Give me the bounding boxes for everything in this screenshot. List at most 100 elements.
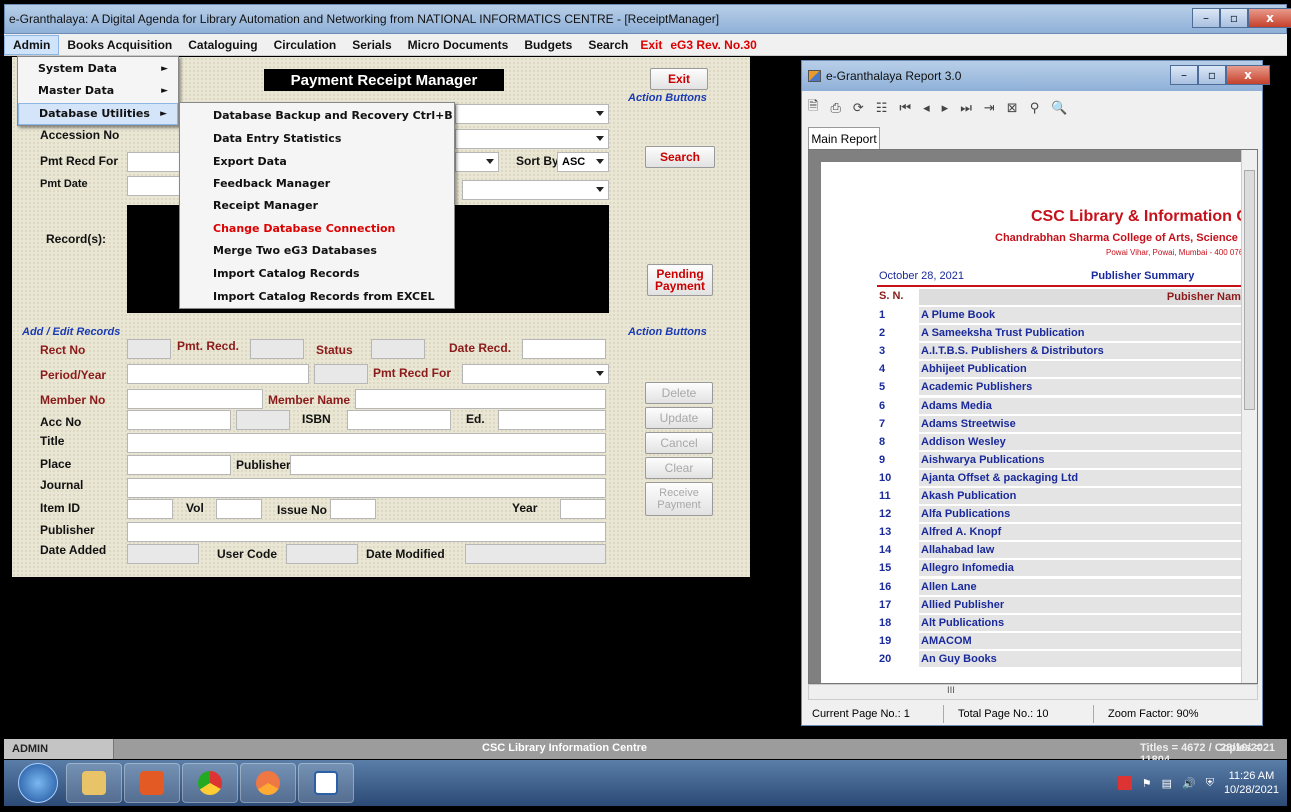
status-field[interactable] <box>371 339 425 359</box>
menu-item-system-data[interactable]: System Data ► <box>18 58 178 80</box>
file-explorer-icon[interactable] <box>66 763 122 803</box>
pmt-date-field[interactable] <box>127 176 181 196</box>
nic-app-icon[interactable] <box>298 763 354 803</box>
last-page-icon[interactable]: ⏭ <box>960 101 972 116</box>
report-close-button[interactable]: x <box>1226 65 1270 85</box>
acc-no-extra-field[interactable] <box>236 410 290 430</box>
app-tray-icon[interactable] <box>1117 776 1132 790</box>
stop-icon[interactable]: ⊠ <box>1007 101 1018 116</box>
report-vertical-scrollbar[interactable] <box>1241 150 1257 683</box>
rect-no-field[interactable] <box>127 339 171 359</box>
menu-books-acquisition[interactable]: Books Acquisition <box>59 35 180 55</box>
menu-item-receipt-manager[interactable]: Receipt Manager <box>180 195 454 217</box>
chrome-icon[interactable] <box>182 763 238 803</box>
menu-cataloguing[interactable]: Cataloguing <box>180 35 265 55</box>
report-maximize-button[interactable]: ▫ <box>1198 65 1226 85</box>
ed-field[interactable] <box>498 410 606 430</box>
pmt-recd-for-combo-end[interactable] <box>455 152 499 172</box>
flag-icon[interactable]: ⚑ <box>1142 777 1152 790</box>
zoom-icon[interactable]: 🔍 <box>1051 101 1067 116</box>
menu-item-merge-databases[interactable]: Merge Two eG3 Databases <box>180 240 454 262</box>
tab-main-report[interactable]: Main Report <box>808 127 880 149</box>
menu-item-master-data[interactable]: Master Data ► <box>18 80 178 102</box>
delete-button[interactable]: Delete <box>645 382 713 404</box>
update-button[interactable]: Update <box>645 407 713 429</box>
publisher-field[interactable] <box>290 455 606 475</box>
receive-payment-button[interactable]: Receive Payment <box>645 482 713 516</box>
menu-circulation[interactable]: Circulation <box>266 35 345 55</box>
pending-payment-button[interactable]: Pending Payment <box>647 264 713 296</box>
title-field[interactable] <box>127 433 606 453</box>
clock-time: 11:26 AM <box>1228 770 1275 782</box>
prev-page-icon[interactable]: ◂ <box>923 101 930 116</box>
item-id-field[interactable] <box>127 499 173 519</box>
next-page-icon[interactable]: ▸ <box>942 101 949 116</box>
member-name-field[interactable] <box>355 389 606 409</box>
menu-exit[interactable]: Exit <box>636 35 666 55</box>
pmt-recd-for-label-2: Pmt Recd For <box>373 366 452 380</box>
menu-item-database-utilities[interactable]: Database Utilities ► <box>18 103 178 125</box>
volume-icon[interactable]: 🔊 <box>1182 777 1196 790</box>
search-button[interactable]: Search <box>645 146 715 168</box>
place-field[interactable] <box>127 455 231 475</box>
exit-button[interactable]: Exit <box>650 68 708 90</box>
pmt-recd-for-combo[interactable] <box>127 152 181 172</box>
shield-icon[interactable]: ⛨ <box>1206 777 1214 790</box>
menu-item-data-entry-statistics[interactable]: Data Entry Statistics <box>180 128 454 150</box>
menu-micro-documents[interactable]: Micro Documents <box>400 35 517 55</box>
date-recd-field[interactable] <box>522 339 606 359</box>
report-row-publisher: Adams Media <box>919 397 1251 414</box>
menu-item-import-catalog-excel[interactable]: Import Catalog Records from EXCEL <box>180 286 454 308</box>
report-row-number: 8 <box>879 435 886 448</box>
menu-serials[interactable]: Serials <box>344 35 399 55</box>
maximize-button[interactable]: ▫ <box>1220 8 1248 28</box>
report-row: 10 Ajanta Offset & packaging Ltd <box>877 469 1251 486</box>
vol-field[interactable] <box>216 499 262 519</box>
isbn-field[interactable] <box>347 410 451 430</box>
menu-item-backup-recovery[interactable]: Database Backup and Recovery Ctrl+B <box>180 105 454 127</box>
report-row: 12 Alfa Publications <box>877 506 1251 523</box>
report-minimize-button[interactable]: – <box>1170 65 1198 85</box>
pmt-recd-for-combo-2[interactable] <box>462 364 609 384</box>
print-icon[interactable]: ⎙ <box>830 101 840 116</box>
report-divider <box>877 285 1251 287</box>
menu-budgets[interactable]: Budgets <box>516 35 580 55</box>
first-page-icon[interactable]: ⏮ <box>899 101 911 116</box>
minimize-button[interactable]: – <box>1192 8 1220 28</box>
menu-item-feedback-manager[interactable]: Feedback Manager <box>180 173 454 195</box>
period-year-field[interactable] <box>127 364 309 384</box>
pmt-recd-field[interactable] <box>250 339 304 359</box>
menu-item-export-data[interactable]: Export Data <box>180 151 454 173</box>
sort-order-combo[interactable]: ASC <box>557 152 609 172</box>
clock[interactable]: 11:26 AM 10/28/2021 <box>1224 769 1279 797</box>
scroll-thumb[interactable] <box>1244 170 1255 410</box>
report-horizontal-scrollbar[interactable]: III <box>808 684 1258 700</box>
start-button[interactable] <box>18 763 58 803</box>
refresh-icon[interactable]: ⟳ <box>853 101 864 116</box>
office-icon[interactable] <box>124 763 180 803</box>
period-year-extra-field[interactable] <box>314 364 368 384</box>
close-button[interactable]: x <box>1248 8 1291 28</box>
journal-field[interactable] <box>127 478 606 498</box>
clear-button[interactable]: Clear <box>645 457 713 479</box>
find-icon[interactable]: ⚲ <box>1030 101 1040 116</box>
goto-page-icon[interactable]: ⇥ <box>984 101 995 116</box>
publisher-field-2[interactable] <box>127 522 606 542</box>
member-no-field[interactable] <box>127 389 263 409</box>
menu-search[interactable]: Search <box>580 35 636 55</box>
issue-no-field[interactable] <box>330 499 376 519</box>
cancel-button[interactable]: Cancel <box>645 432 713 454</box>
network-icon[interactable]: ▤ <box>1162 777 1172 790</box>
export-icon[interactable]: 🗎 <box>808 97 818 119</box>
acc-no-field[interactable] <box>127 410 231 430</box>
report-row-number: 3 <box>879 345 886 358</box>
menu-item-change-db-connection[interactable]: Change Database Connection <box>180 218 454 240</box>
tree-icon[interactable]: ☷ <box>876 101 888 116</box>
menu-admin[interactable]: Admin <box>4 34 60 55</box>
accession-no-combo[interactable] <box>455 129 609 149</box>
search-field-combo[interactable] <box>455 104 609 124</box>
chrome-canary-icon[interactable] <box>240 763 296 803</box>
pmt-date-combo[interactable] <box>462 180 609 200</box>
menu-item-import-catalog[interactable]: Import Catalog Records <box>180 263 454 285</box>
year-field[interactable] <box>560 499 606 519</box>
